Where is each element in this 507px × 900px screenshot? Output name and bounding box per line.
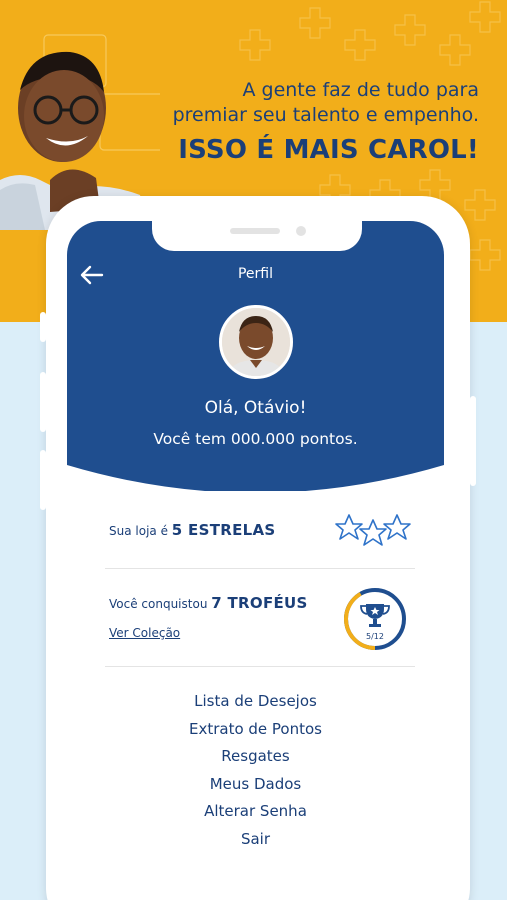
section-divider xyxy=(105,666,415,667)
notch-camera xyxy=(296,226,306,236)
stars-icon xyxy=(335,514,411,546)
view-collection-link[interactable]: Ver Coleção xyxy=(109,626,180,640)
phone-side-button xyxy=(470,396,476,486)
stars-label: Sua loja é 5 ESTRELAS xyxy=(109,521,276,539)
phone-side-button xyxy=(40,372,46,432)
menu-item-change-password[interactable]: Alterar Senha xyxy=(67,798,444,826)
tagline-line-1: A gente faz de tudo para xyxy=(242,79,479,101)
phone-side-button xyxy=(40,450,46,510)
banner-text: A gente faz de tudo para premiar seu tal… xyxy=(173,78,479,166)
menu-item-logout[interactable]: Sair xyxy=(67,826,444,854)
menu-item-redemptions[interactable]: Resgates xyxy=(67,743,444,771)
trophies-label-value: 7 TROFÉUS xyxy=(211,594,308,612)
trophy-progress-ring: 5/12 xyxy=(342,586,408,652)
phone-notch xyxy=(152,221,362,251)
store-stars-row: Sua loja é 5 ESTRELAS xyxy=(109,513,419,553)
trophy-icon xyxy=(360,604,390,627)
avatar[interactable] xyxy=(219,305,293,379)
tagline-line-2: premiar seu talento e empenho. xyxy=(172,104,479,126)
trophies-label: Você conquistou 7 TROFÉUS xyxy=(109,594,308,612)
trophy-progress-graphic xyxy=(344,588,406,650)
page-title: Perfil xyxy=(237,266,274,282)
avatar-image xyxy=(222,308,290,376)
app-screen: Perfil Olá, Otávio! Você tem 000.000 pon… xyxy=(67,221,444,900)
profile-menu: Lista de Desejos Extrato de Pontos Resga… xyxy=(67,688,444,853)
stars-label-value: 5 ESTRELAS xyxy=(171,521,276,539)
greeting-text: Olá, Otávio! xyxy=(204,398,307,418)
tagline-strong: ISSO É MAIS CAROL! xyxy=(178,135,479,165)
trophies-label-prefix: Você conquistou xyxy=(109,597,208,611)
trophies-row: Você conquistou 7 TROFÉUS Ver Coleção 5/… xyxy=(109,586,419,656)
stars-label-prefix: Sua loja é xyxy=(109,524,168,538)
notch-speaker xyxy=(230,228,280,234)
points-text: Você tem 000.000 pontos. xyxy=(153,430,358,448)
menu-item-points-statement[interactable]: Extrato de Pontos xyxy=(67,716,444,744)
menu-item-wishlist[interactable]: Lista de Desejos xyxy=(67,688,444,716)
profile-header: Perfil Olá, Otávio! Você tem 000.000 pon… xyxy=(67,221,444,491)
phone-side-button xyxy=(40,312,46,342)
menu-item-my-data[interactable]: Meus Dados xyxy=(67,771,444,799)
trophy-progress-label: 5/12 xyxy=(366,632,384,641)
section-divider xyxy=(105,568,415,569)
